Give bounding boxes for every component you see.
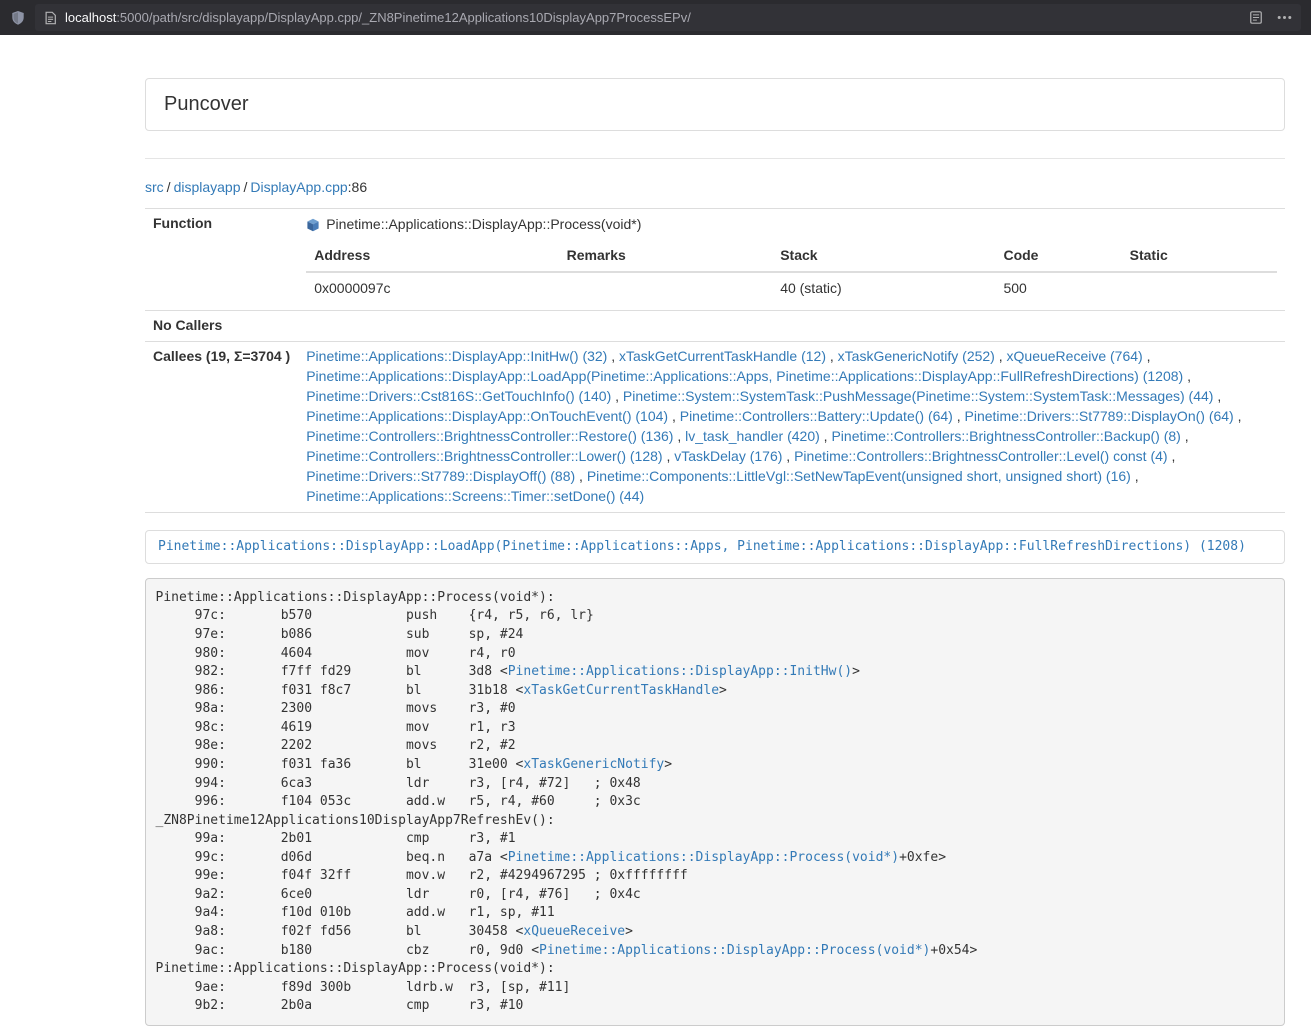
- asm-symbol-link[interactable]: xTaskGetCurrentTaskHandle: [523, 683, 719, 698]
- breadcrumb: src/displayapp/DisplayApp.cpp:86: [145, 179, 1285, 195]
- cell-code: 500: [995, 272, 1121, 305]
- callees-cell: Pinetime::Applications::DisplayApp::Init…: [298, 341, 1285, 512]
- cell-stack: 40 (static): [772, 272, 995, 305]
- callee-link[interactable]: Pinetime::Controllers::BrightnessControl…: [306, 428, 673, 444]
- function-name-line: Pinetime::Applications::DisplayApp::Proc…: [306, 214, 1277, 241]
- col-header-address: Address: [306, 241, 558, 272]
- url-path: :5000/path/src/displayapp/DisplayApp.cpp…: [116, 10, 691, 25]
- breadcrumb-link-src[interactable]: src: [145, 179, 164, 195]
- callees-label: Callees (19, Σ=3704 ): [145, 341, 298, 512]
- url-bar[interactable]: localhost:5000/path/src/displayapp/Displ…: [35, 4, 1301, 31]
- asm-symbol-link[interactable]: xTaskGenericNotify: [523, 757, 664, 772]
- callee-link[interactable]: lv_task_handler (420): [685, 428, 820, 444]
- page-content: Puncover src/displayapp/DisplayApp.cpp:8…: [0, 35, 1311, 1026]
- callees-row: Callees (19, Σ=3704 ) Pinetime::Applicat…: [145, 341, 1285, 512]
- page-info-icon[interactable]: [44, 11, 57, 25]
- highlighted-callee-link[interactable]: Pinetime::Applications::DisplayApp::Load…: [158, 539, 1246, 554]
- callee-link[interactable]: Pinetime::Applications::Screens::Timer::…: [306, 488, 644, 504]
- breadcrumb-link-file[interactable]: DisplayApp.cpp: [250, 179, 347, 195]
- asm-symbol-link[interactable]: Pinetime::Applications::DisplayApp::Proc…: [508, 850, 899, 865]
- callee-link[interactable]: Pinetime::System::SystemTask::PushMessag…: [623, 388, 1214, 404]
- callers-cell: [298, 310, 1285, 341]
- callee-link[interactable]: Pinetime::Controllers::Battery::Update()…: [680, 408, 953, 424]
- url-text: localhost:5000/path/src/displayapp/Displ…: [65, 10, 1241, 25]
- function-row: Function Pinetime::Applications::Display…: [145, 209, 1285, 311]
- puncover-header-panel: Puncover: [145, 78, 1285, 131]
- callee-link[interactable]: Pinetime::Controllers::BrightnessControl…: [831, 428, 1180, 444]
- callee-link[interactable]: Pinetime::Drivers::St7789::DisplayOff() …: [306, 468, 575, 484]
- callee-link[interactable]: xTaskGetCurrentTaskHandle (12): [619, 348, 826, 364]
- asm-symbol-link[interactable]: Pinetime::Applications::DisplayApp::Proc…: [539, 943, 930, 958]
- callee-link[interactable]: Pinetime::Applications::DisplayApp::Load…: [306, 368, 1183, 384]
- url-host: localhost: [65, 10, 116, 25]
- detail-header-row: Address Remarks Stack Code Static: [306, 241, 1277, 272]
- col-header-stack: Stack: [772, 241, 995, 272]
- callee-link[interactable]: xQueueReceive (764): [1007, 348, 1143, 364]
- function-icon: [306, 218, 320, 232]
- callee-link[interactable]: Pinetime::Drivers::St7789::DisplayOn() (…: [965, 408, 1234, 424]
- callee-link[interactable]: xTaskGenericNotify (252): [838, 348, 995, 364]
- function-name: Pinetime::Applications::DisplayApp::Proc…: [326, 215, 641, 235]
- browser-toolbar: localhost:5000/path/src/displayapp/Displ…: [0, 0, 1311, 35]
- cell-address: 0x0000097c: [306, 272, 558, 305]
- breadcrumb-line-number: :86: [348, 179, 367, 195]
- no-callers-row: No Callers: [145, 310, 1285, 341]
- disassembly-pre: Pinetime::Applications::DisplayApp::Proc…: [145, 578, 1285, 1026]
- cell-remarks: [559, 272, 773, 305]
- divider: [145, 158, 1285, 159]
- callee-link[interactable]: Pinetime::Applications::DisplayApp::OnTo…: [306, 408, 668, 424]
- function-label: Function: [145, 209, 298, 311]
- no-callers-label: No Callers: [145, 310, 298, 341]
- highlighted-callee-panel: Pinetime::Applications::DisplayApp::Load…: [145, 530, 1285, 565]
- reader-view-icon[interactable]: [1249, 10, 1263, 25]
- breadcrumb-separator: /: [167, 179, 171, 195]
- tracking-protection-shield-icon[interactable]: [10, 10, 26, 26]
- app-title: Puncover: [164, 93, 1266, 116]
- callee-link[interactable]: vTaskDelay (176): [674, 448, 782, 464]
- breadcrumb-link-displayapp[interactable]: displayapp: [174, 179, 241, 195]
- function-detail-table: Address Remarks Stack Code Static 0x0000…: [306, 241, 1277, 305]
- breadcrumb-separator: /: [244, 179, 248, 195]
- callee-link[interactable]: Pinetime::Components::LittleVgl::SetNewT…: [587, 468, 1131, 484]
- callee-link[interactable]: Pinetime::Controllers::BrightnessControl…: [306, 448, 662, 464]
- asm-symbol-link[interactable]: xQueueReceive: [523, 924, 625, 939]
- asm-symbol-link[interactable]: Pinetime::Applications::DisplayApp::Init…: [508, 664, 852, 679]
- callee-link[interactable]: Pinetime::Controllers::BrightnessControl…: [794, 448, 1167, 464]
- overflow-menu-icon[interactable]: [1277, 15, 1292, 20]
- detail-data-row: 0x0000097c 40 (static) 500: [306, 272, 1277, 305]
- cell-static: [1122, 272, 1277, 305]
- callee-link[interactable]: Pinetime::Drivers::Cst816S::GetTouchInfo…: [306, 388, 611, 404]
- col-header-static: Static: [1122, 241, 1277, 272]
- callee-link[interactable]: Pinetime::Applications::DisplayApp::Init…: [306, 348, 607, 364]
- symbol-table: Function Pinetime::Applications::Display…: [145, 208, 1285, 513]
- col-header-remarks: Remarks: [559, 241, 773, 272]
- col-header-code: Code: [995, 241, 1121, 272]
